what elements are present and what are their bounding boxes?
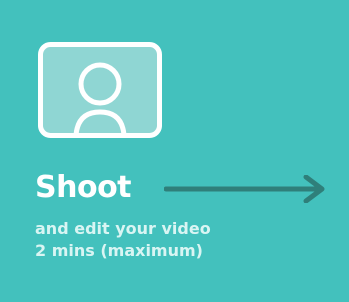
- webcam-person-icon: [38, 42, 162, 138]
- right-arrow-icon: [164, 175, 325, 203]
- card-subtitle: and edit your video 2 mins (maximum): [35, 218, 211, 262]
- subtitle-line-1: and edit your video: [35, 219, 211, 238]
- subtitle-line-2: 2 mins (maximum): [35, 241, 203, 260]
- shoot-card[interactable]: Shoot and edit your video 2 mins (maximu…: [0, 0, 349, 302]
- card-title: Shoot: [35, 170, 132, 205]
